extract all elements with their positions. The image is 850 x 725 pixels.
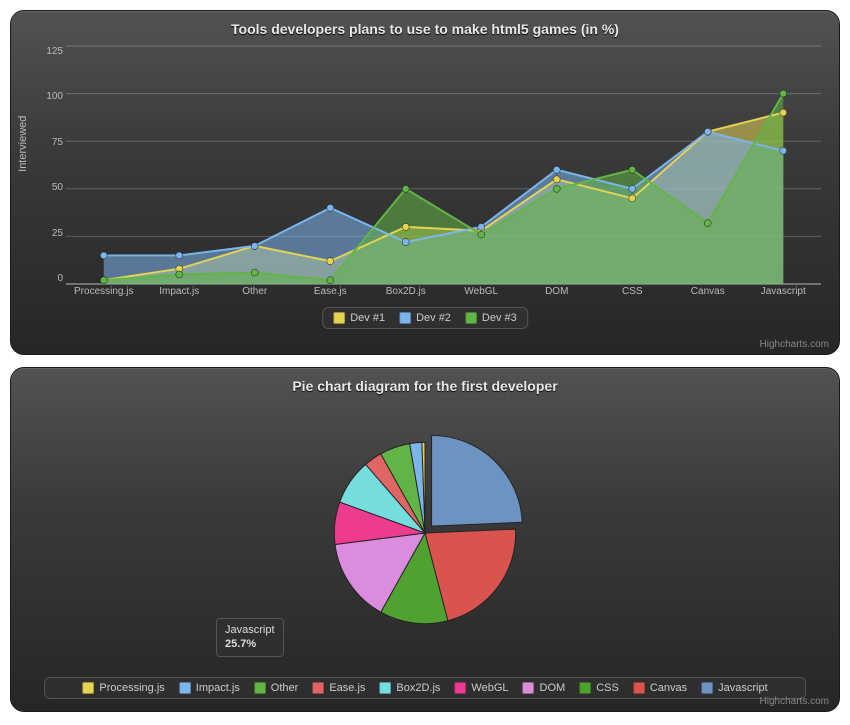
xtick: CSS	[595, 286, 671, 302]
area-yaxis: 0 25 50 75 100 125	[29, 46, 63, 284]
xtick: Ease.js	[293, 286, 369, 302]
area-legend-item[interactable]: Dev #2	[399, 312, 451, 324]
pie-legend-item[interactable]: Box2D.js	[379, 682, 440, 694]
pie-legend-item[interactable]: DOM	[523, 682, 566, 694]
legend-swatch-icon	[701, 682, 713, 694]
legend-swatch-icon	[579, 682, 591, 694]
pie-legend-item[interactable]: Javascript	[701, 682, 768, 694]
pie-legend-item[interactable]: WebGL	[454, 682, 508, 694]
pie-callout-pct: 25.7%	[225, 638, 256, 650]
pie-chart-panel: Pie chart diagram for the first develope…	[10, 367, 840, 712]
legend-swatch-icon	[399, 312, 411, 324]
ytick: 125	[29, 46, 63, 57]
pie-slice[interactable]	[432, 435, 523, 526]
area-legend-item[interactable]: Dev #3	[465, 312, 517, 324]
legend-label: Dev #2	[416, 312, 451, 324]
area-legend-item[interactable]: Dev #1	[333, 312, 385, 324]
pie-callout: Javascript 25.7%	[216, 618, 284, 657]
legend-label: Canvas	[650, 682, 687, 694]
xtick: Javascript	[746, 286, 822, 302]
ytick: 75	[29, 137, 63, 148]
legend-swatch-icon	[312, 682, 324, 694]
pie-legend-item[interactable]: Other	[254, 682, 299, 694]
legend-label: Other	[271, 682, 299, 694]
ytick: 25	[29, 228, 63, 239]
area-chart-title: Tools developers plans to use to make ht…	[11, 11, 839, 37]
legend-label: Dev #1	[350, 312, 385, 324]
legend-label: Dev #3	[482, 312, 517, 324]
pie-credits[interactable]: Highcharts.com	[760, 696, 829, 707]
pie-legend-item[interactable]: CSS	[579, 682, 619, 694]
legend-label: Processing.js	[99, 682, 164, 694]
xtick: Other	[217, 286, 293, 302]
legend-swatch-icon	[333, 312, 345, 324]
xtick: DOM	[519, 286, 595, 302]
legend-swatch-icon	[633, 682, 645, 694]
area-plot[interactable]	[66, 46, 821, 284]
ytick: 100	[29, 91, 63, 102]
xtick: Impact.js	[142, 286, 218, 302]
area-legend: Dev #1 Dev #2 Dev #3	[322, 307, 528, 329]
xtick: Canvas	[670, 286, 746, 302]
pie-callout-label: Javascript	[225, 624, 275, 636]
ytick: 50	[29, 182, 63, 193]
legend-swatch-icon	[82, 682, 94, 694]
legend-label: CSS	[596, 682, 619, 694]
legend-label: Impact.js	[196, 682, 240, 694]
pie-legend-item[interactable]: Canvas	[633, 682, 687, 694]
area-chart-panel: Tools developers plans to use to make ht…	[10, 10, 840, 355]
ytick: 0	[29, 273, 63, 284]
xtick: Box2D.js	[368, 286, 444, 302]
legend-swatch-icon	[179, 682, 191, 694]
pie-plot[interactable]	[320, 428, 530, 638]
legend-swatch-icon	[523, 682, 535, 694]
legend-label: Ease.js	[329, 682, 365, 694]
legend-label: Javascript	[718, 682, 768, 694]
area-xaxis: Processing.jsImpact.jsOtherEase.jsBox2D.…	[66, 286, 821, 302]
pie-legend-item[interactable]: Processing.js	[82, 682, 164, 694]
legend-swatch-icon	[379, 682, 391, 694]
legend-swatch-icon	[254, 682, 266, 694]
legend-label: Box2D.js	[396, 682, 440, 694]
legend-swatch-icon	[454, 682, 466, 694]
xtick: Processing.js	[66, 286, 142, 302]
pie-chart-title: Pie chart diagram for the first develope…	[11, 368, 839, 394]
pie-legend: Processing.js Impact.js Other Ease.js Box2D.…	[44, 677, 806, 699]
legend-label: DOM	[540, 682, 566, 694]
pie-legend-item[interactable]: Impact.js	[179, 682, 240, 694]
area-chart-ylabel: Interviewed	[17, 115, 29, 171]
xtick: WebGL	[444, 286, 520, 302]
area-credits[interactable]: Highcharts.com	[760, 339, 829, 350]
legend-label: WebGL	[471, 682, 508, 694]
pie-legend-item[interactable]: Ease.js	[312, 682, 365, 694]
legend-swatch-icon	[465, 312, 477, 324]
